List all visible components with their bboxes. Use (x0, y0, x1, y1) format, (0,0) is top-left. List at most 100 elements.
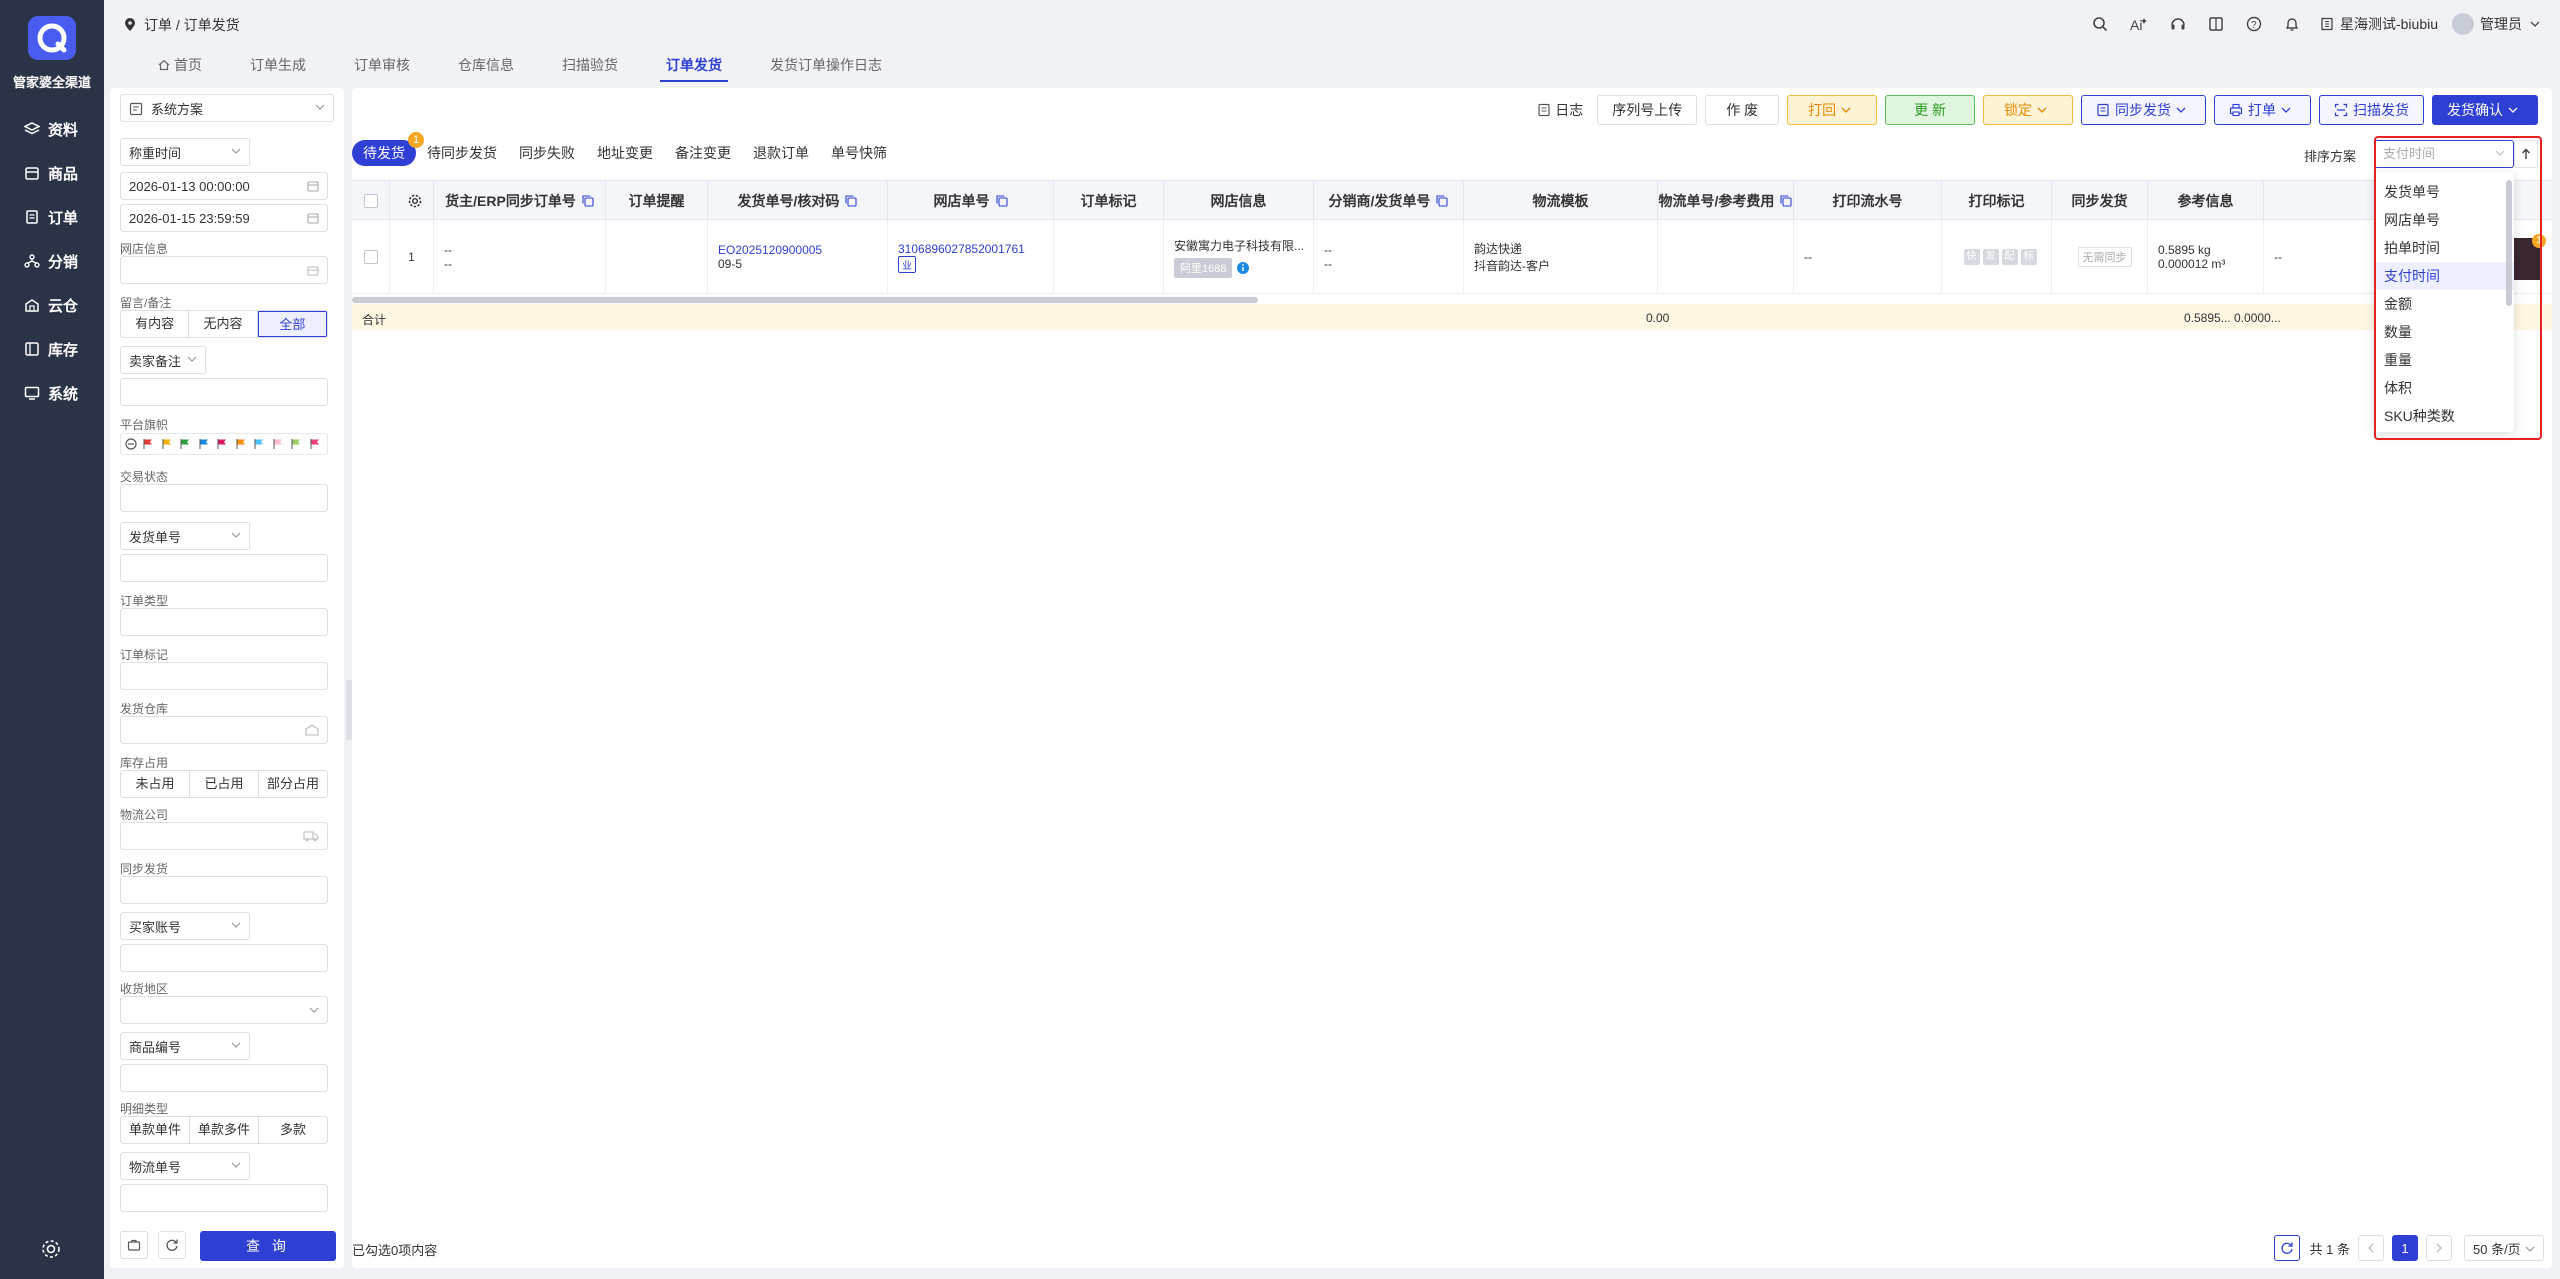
search-icon[interactable] (2092, 16, 2108, 32)
row-checkbox[interactable] (363, 250, 378, 264)
prev-page-button[interactable] (2358, 1235, 2384, 1261)
flag-icon[interactable] (198, 438, 210, 450)
copy-icon[interactable] (839, 195, 857, 207)
status-tab-address-changed[interactable]: 地址变更 (586, 140, 664, 166)
log-button[interactable]: 日志 (1532, 95, 1590, 125)
logistics-no-input[interactable] (120, 1184, 328, 1212)
nav-item-system[interactable]: 系统 (0, 375, 104, 411)
next-page-button[interactable] (2426, 1235, 2452, 1261)
order-type-input[interactable] (120, 608, 328, 636)
detail-multi[interactable]: 多款 (259, 1117, 327, 1143)
sync-input[interactable] (120, 876, 328, 904)
nav-item-data[interactable]: 资料 (0, 111, 104, 147)
flag-icon[interactable] (179, 438, 191, 450)
print-button[interactable]: 打单 (2214, 95, 2311, 125)
status-tab-quick-filter[interactable]: 单号快筛 (820, 140, 898, 166)
status-tab-sync-failed[interactable]: 同步失败 (508, 140, 586, 166)
serial-upload-button[interactable]: 序列号上传 (1597, 95, 1698, 125)
page-size-select[interactable]: 50 条/页 (2464, 1235, 2544, 1261)
sync-ship-button[interactable]: 同步发货 (2081, 95, 2206, 125)
flag-icon[interactable] (309, 438, 321, 450)
scan-ship-button[interactable]: 扫描发货 (2319, 95, 2424, 125)
buyer-select[interactable]: 买家账号 (120, 912, 250, 940)
detail-single-single[interactable]: 单款单件 (121, 1117, 190, 1143)
tab-scan-inspect[interactable]: 扫描验货 (538, 48, 642, 82)
refresh-button[interactable] (2273, 1235, 2300, 1261)
detail-single-multi[interactable]: 单款多件 (190, 1117, 259, 1143)
ship-no-link[interactable]: EO2025120900005 (718, 243, 887, 257)
user-menu[interactable]: 管理员 (2452, 13, 2540, 35)
logistics-input[interactable] (120, 822, 328, 850)
order-mark-input[interactable] (120, 662, 328, 690)
stock-occupied[interactable]: 已占用 (190, 771, 259, 797)
nav-item-products[interactable]: 商品 (0, 155, 104, 191)
flag-icon[interactable] (235, 438, 247, 450)
time-type-select[interactable]: 称重时间 (120, 138, 250, 166)
copy-icon[interactable] (1430, 195, 1448, 207)
confirm-ship-button[interactable]: 发货确认 (2432, 95, 2538, 125)
flag-icon[interactable] (142, 438, 154, 450)
nav-item-inventory[interactable]: 库存 (0, 331, 104, 367)
select-all-checkbox[interactable] (363, 194, 378, 208)
tab-order-review[interactable]: 订单审核 (330, 48, 434, 82)
status-tab-pending[interactable]: 待发货 1 (352, 132, 424, 166)
tab-warehouse-info[interactable]: 仓库信息 (434, 48, 538, 82)
tab-order-generate[interactable]: 订单生成 (226, 48, 330, 82)
stock-unoccupied[interactable]: 未占用 (121, 771, 190, 797)
book-icon[interactable] (2208, 16, 2224, 32)
tab-ship-log[interactable]: 发货订单操作日志 (746, 48, 906, 82)
stock-partial[interactable]: 部分占用 (259, 771, 327, 797)
flag-icon[interactable] (161, 438, 173, 450)
save-scheme-button[interactable] (120, 1231, 148, 1259)
ai-icon[interactable]: Ai (2130, 16, 2148, 32)
shop-input[interactable] (120, 256, 328, 284)
print-back-button[interactable]: 打回 (1787, 95, 1878, 125)
remark-all[interactable]: 全部 (257, 311, 327, 337)
ship-no-select[interactable]: 发货单号 (120, 522, 250, 550)
logistics-no-select[interactable]: 物流单号 (120, 1152, 250, 1180)
reset-button[interactable] (158, 1231, 186, 1259)
copy-icon[interactable] (576, 195, 594, 207)
date-from-input[interactable]: 2026-01-13 00:00:00 (120, 172, 328, 200)
status-tab-remark-changed[interactable]: 备注变更 (664, 140, 742, 166)
page-button-current[interactable]: 1 (2392, 1235, 2418, 1261)
nav-item-distribution[interactable]: 分销 (0, 243, 104, 279)
remark-has-content[interactable]: 有内容 (121, 311, 190, 337)
copy-icon[interactable] (990, 195, 1008, 207)
shop-order-link[interactable]: 3106896027852001761 (898, 242, 1053, 256)
ship-no-input[interactable] (120, 554, 328, 582)
tab-home[interactable]: 首页 (134, 48, 226, 82)
buyer-input[interactable] (120, 944, 328, 972)
flag-icon[interactable] (216, 438, 228, 450)
app-logo[interactable] (28, 16, 76, 60)
update-button[interactable]: 更 新 (1885, 95, 1975, 125)
product-input[interactable] (120, 1064, 328, 1092)
remark-no-content[interactable]: 无内容 (189, 311, 258, 337)
flag-icon[interactable] (290, 438, 302, 450)
help-icon[interactable]: ? (2246, 16, 2262, 32)
copy-icon[interactable] (1774, 195, 1792, 207)
status-tab-refund[interactable]: 退款订单 (742, 140, 820, 166)
product-select[interactable]: 商品编号 (120, 1032, 250, 1060)
company-switcher[interactable]: 星海测试-biubiu (2320, 14, 2438, 34)
bell-icon[interactable] (2284, 16, 2300, 32)
no-flag-icon[interactable] (125, 438, 137, 450)
region-select[interactable] (120, 996, 328, 1024)
seller-remark-input[interactable] (120, 378, 328, 406)
nav-item-orders[interactable]: 订单 (0, 199, 104, 235)
nav-item-cloud-warehouse[interactable]: 云仓 (0, 287, 104, 323)
warehouse-input[interactable] (120, 716, 328, 744)
table-hscrollbar[interactable] (352, 297, 1258, 303)
info-dot-icon[interactable] (1236, 261, 1250, 275)
table-row[interactable]: 1 -- -- EO2025120900005 09-5 31068960278… (352, 220, 2552, 294)
seller-remark-select[interactable]: 卖家备注 (120, 346, 206, 374)
headset-icon[interactable] (2170, 16, 2186, 32)
flag-icon[interactable] (253, 438, 265, 450)
flag-icon[interactable] (272, 438, 284, 450)
status-tab-pending-sync[interactable]: 待同步发货 (416, 140, 508, 166)
tab-order-ship[interactable]: 订单发货 (642, 48, 746, 82)
date-to-input[interactable]: 2026-01-15 23:59:59 (120, 204, 328, 232)
void-button[interactable]: 作 废 (1705, 95, 1780, 125)
lock-button[interactable]: 锁定 (1983, 95, 2073, 125)
trade-status-input[interactable] (120, 484, 328, 512)
